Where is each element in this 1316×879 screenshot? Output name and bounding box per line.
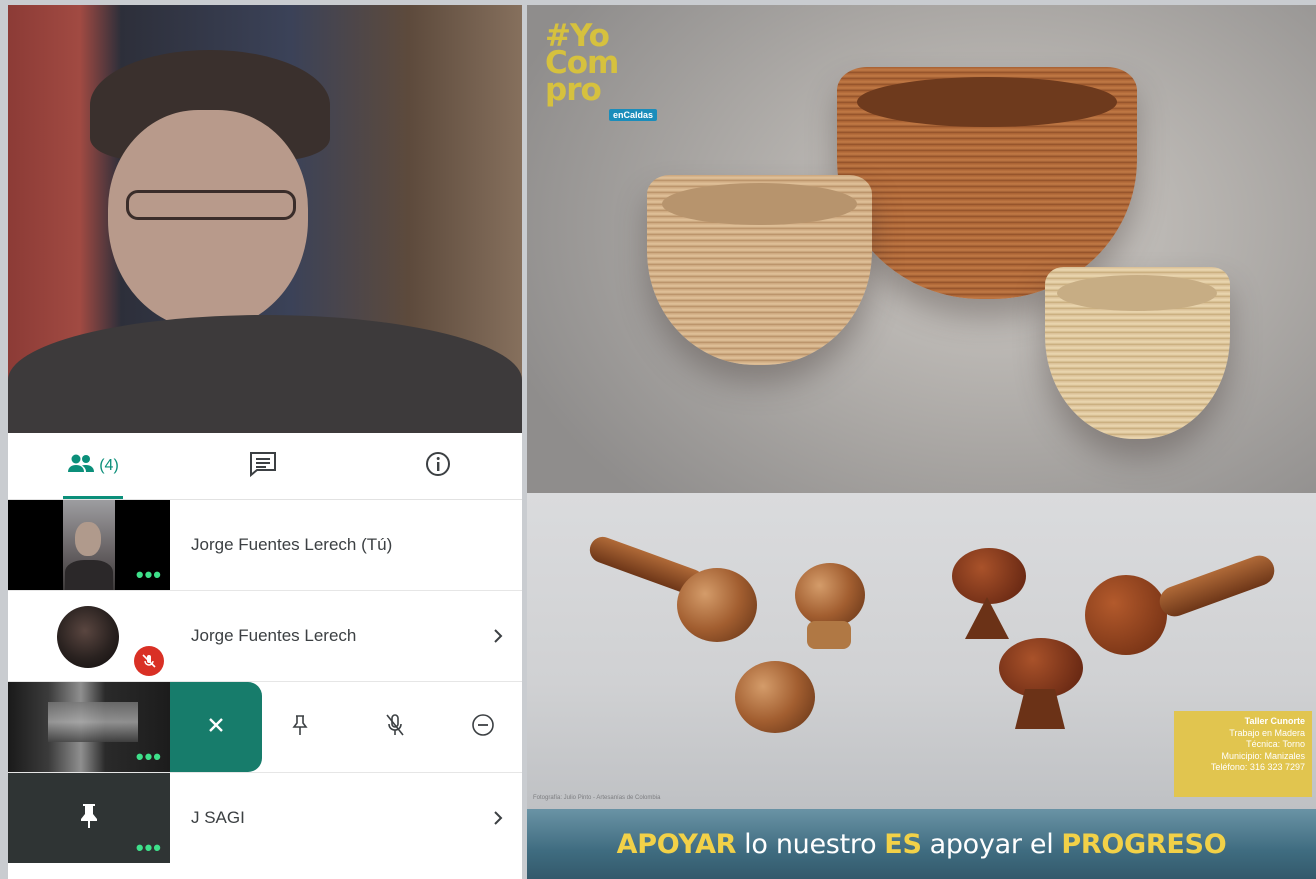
slogan-banner: APOYAR lo nuestro ES apoyar el PROGRESO (527, 809, 1316, 879)
remove-participant-button[interactable] (453, 682, 513, 772)
participant-row[interactable]: ••• Jorge Fuentes Lerech (Tú) (8, 500, 522, 591)
close-icon (206, 715, 226, 740)
remove-icon (471, 713, 495, 742)
tab-people[interactable]: (4) (38, 433, 148, 499)
participant-thumbnail: ••• (8, 682, 170, 772)
avatar (57, 606, 119, 668)
participant-thumbnail: ••• (8, 773, 170, 863)
pin-icon (289, 713, 311, 742)
info-card: Taller Cunorte Trabajo en Madera Técnica… (1174, 711, 1312, 797)
self-video-feed (8, 5, 522, 445)
participant-name: Jorge Fuentes Lerech (Tú) (191, 535, 393, 554)
bowls-photo: #Yo Com pro enCaldas (527, 5, 1316, 493)
mic-off-icon (383, 712, 407, 743)
yocompro-logo: #Yo Com pro enCaldas (545, 21, 658, 121)
tab-info[interactable] (398, 433, 478, 499)
participant-actions (170, 682, 522, 772)
more-icon[interactable]: ••• (136, 837, 162, 859)
active-tab-indicator (63, 496, 123, 499)
chat-icon (248, 450, 278, 483)
participant-row[interactable]: ••• J SAGI (8, 773, 522, 863)
meeting-side-panel: (4) ••• Jorge Fuentes Lerech (Tú) Jorge … (8, 5, 522, 879)
photo-credit: Fotografía: Julio Pinto - Artesanías de … (533, 795, 661, 801)
pin-icon (78, 802, 100, 835)
close-actions-button[interactable] (170, 682, 262, 772)
mute-participant-button[interactable] (365, 682, 425, 772)
participant-thumbnail (8, 591, 170, 681)
info-icon (424, 450, 452, 483)
panel-tabs: (4) (8, 433, 522, 500)
participant-count: (4) (99, 457, 119, 474)
participant-row[interactable]: Jorge Fuentes Lerech (8, 591, 522, 682)
people-icon (67, 453, 95, 480)
chevron-right-icon[interactable] (492, 773, 504, 863)
chevron-right-icon[interactable] (492, 591, 504, 681)
more-icon[interactable]: ••• (136, 746, 162, 768)
pin-button[interactable] (270, 682, 330, 772)
participant-name: Jorge Fuentes Lerech (191, 626, 357, 645)
mic-off-icon (134, 646, 164, 676)
participant-thumbnail: ••• (8, 500, 170, 590)
shared-presentation: #Yo Com pro enCaldas Fotografía: Julio P… (527, 5, 1316, 879)
participant-row[interactable]: ••• (8, 682, 522, 773)
tab-chat[interactable] (223, 433, 303, 499)
more-icon[interactable]: ••• (136, 564, 162, 586)
participant-name: J SAGI (191, 808, 245, 827)
